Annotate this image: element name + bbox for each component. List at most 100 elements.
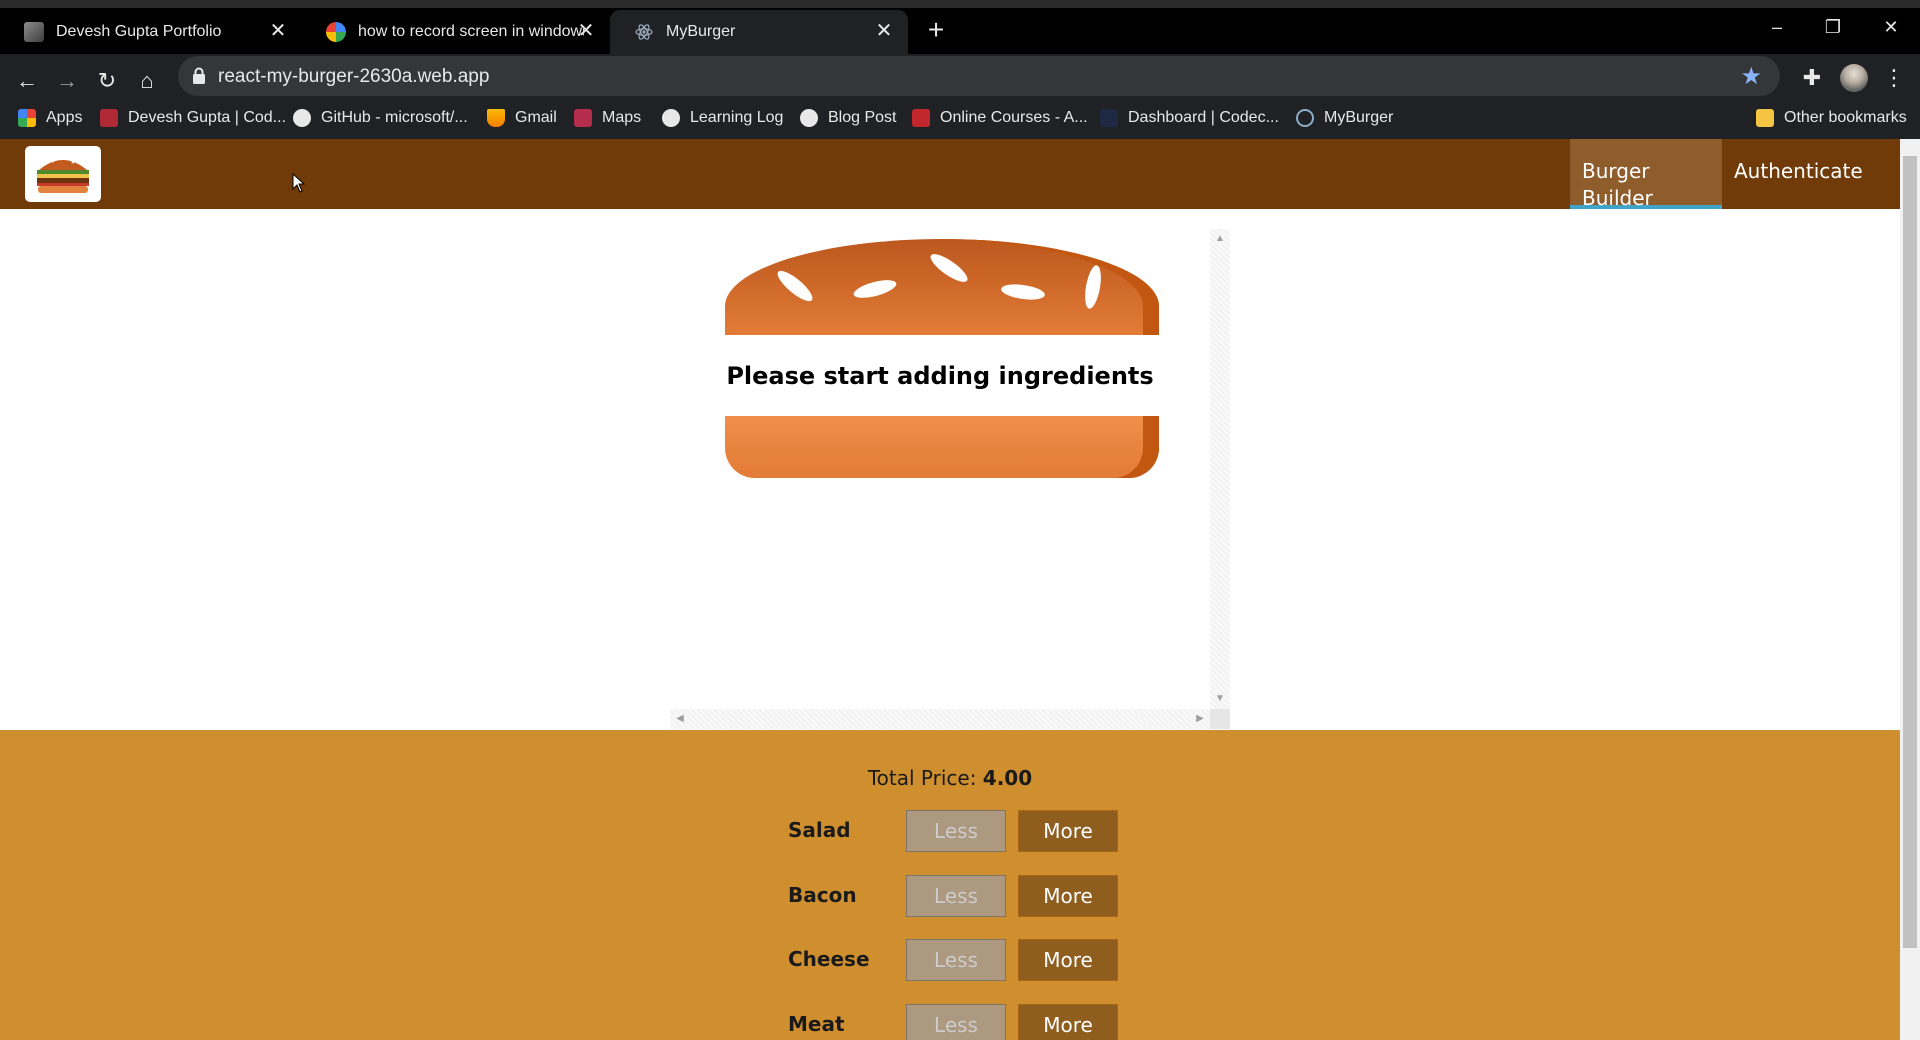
bookmark-online-courses[interactable]: Online Courses - A... — [912, 98, 1088, 138]
less-meat-button[interactable]: Less — [906, 1004, 1006, 1040]
globe-icon — [800, 109, 818, 127]
bookmark-maps[interactable]: Maps — [574, 98, 641, 138]
scroll-down-arrow-icon[interactable]: ▼ — [1210, 693, 1230, 704]
bookmark-myburger[interactable]: MyBurger — [1296, 98, 1393, 138]
ingredient-label: Meat — [788, 1012, 845, 1036]
profile-avatar[interactable] — [1840, 64, 1868, 92]
bookmark-label: Blog Post — [828, 109, 897, 126]
total-price: Total Price: 4.00 — [0, 766, 1900, 790]
burger-logo-icon — [37, 156, 89, 193]
firebase-icon — [487, 109, 505, 127]
close-tab-icon[interactable]: ✕ — [268, 21, 288, 41]
maps-icon — [574, 109, 592, 127]
portfolio-favicon-icon — [24, 22, 44, 42]
ingredient-label: Bacon — [788, 883, 857, 907]
page-vertical-scrollbar[interactable] — [1900, 139, 1920, 1040]
close-window-button[interactable]: ✕ — [1876, 14, 1906, 40]
ingredient-label: Salad — [788, 818, 851, 842]
scrollbar-corner — [1210, 709, 1230, 729]
bookmark-gmail[interactable]: Gmail — [487, 98, 557, 138]
total-price-value: 4.00 — [982, 766, 1033, 790]
minimize-window-button[interactable]: – — [1762, 14, 1792, 40]
bread-top — [725, 239, 1159, 335]
bookmark-other-bookmarks[interactable]: Other bookmarks — [1756, 98, 1907, 138]
tab-title: Devesh Gupta Portfolio — [56, 23, 222, 40]
forward-arrow-icon[interactable]: → — [52, 66, 82, 96]
reload-icon[interactable]: ↻ — [92, 66, 122, 96]
bookmark-label: Dashboard | Codec... — [1128, 109, 1279, 126]
more-salad-button[interactable]: More — [1018, 810, 1118, 852]
control-row-bacon: Bacon Less More — [780, 875, 1120, 919]
more-bacon-button[interactable]: More — [1018, 875, 1118, 917]
close-tab-icon[interactable]: ✕ — [874, 21, 894, 41]
control-row-cheese: Cheese Less More — [780, 939, 1120, 983]
page-scrollbar-thumb[interactable] — [1903, 156, 1917, 948]
preview-horizontal-scrollbar[interactable]: ◀ ▶ — [670, 709, 1210, 729]
browser-tab-strip: Devesh Gupta Portfolio ✕ how to record s… — [0, 0, 1920, 54]
burger-preview: Please start adding ingredients ▲ ▼ ◀ ▶ — [670, 229, 1230, 729]
codechef-icon — [1100, 109, 1118, 127]
empty-burger-message: Please start adding ingredients — [726, 362, 1154, 390]
bookmark-label: Maps — [602, 109, 642, 126]
extensions-puzzle-icon[interactable]: ✚ — [1796, 62, 1828, 94]
tab-strip-top-border — [0, 0, 1920, 8]
bookmark-star-icon[interactable]: ★ — [1740, 62, 1762, 91]
more-cheese-button[interactable]: More — [1018, 939, 1118, 981]
tab-title: how to record screen in windows — [358, 23, 584, 40]
tab-title: MyBurger — [666, 23, 736, 40]
udemy-icon — [912, 109, 930, 127]
more-meat-button[interactable]: More — [1018, 1004, 1118, 1040]
seed — [851, 276, 899, 302]
bookmark-apps[interactable]: Apps — [18, 98, 82, 138]
url-text: react-my-burger-2630a.web.app — [218, 66, 490, 87]
bookmark-learning-log[interactable]: Learning Log — [662, 98, 783, 138]
close-tab-icon[interactable]: ✕ — [576, 21, 596, 41]
scroll-up-arrow-icon[interactable]: ▲ — [1210, 233, 1230, 244]
bookmark-github[interactable]: GitHub - microsoft/... — [293, 98, 468, 138]
react-icon — [1296, 109, 1314, 127]
tab-record-screen-search[interactable]: how to record screen in windows ✕ — [302, 10, 610, 54]
codepen-icon — [100, 109, 118, 127]
bookmark-label: Learning Log — [690, 109, 784, 126]
home-icon[interactable]: ⌂ — [132, 66, 162, 96]
scroll-right-arrow-icon[interactable]: ▶ — [1190, 713, 1210, 724]
mouse-cursor-icon — [292, 173, 306, 193]
scroll-left-arrow-icon[interactable]: ◀ — [670, 713, 690, 724]
bookmark-codechef-dashboard[interactable]: Dashboard | Codec... — [1100, 98, 1279, 138]
address-bar[interactable]: react-my-burger-2630a.web.app ★ — [178, 56, 1780, 96]
bookmark-blog-post[interactable]: Blog Post — [800, 98, 896, 138]
app-toolbar: Burger Builder Authenticate — [0, 139, 1900, 210]
less-bacon-button[interactable]: Less — [906, 875, 1006, 917]
seed — [926, 249, 972, 287]
tab-myburger[interactable]: MyBurger ✕ — [610, 10, 908, 54]
bookmark-label: Apps — [46, 109, 83, 126]
seed — [1000, 282, 1046, 302]
folder-icon — [1756, 109, 1774, 127]
nav-burger-builder[interactable]: Burger Builder — [1570, 139, 1722, 210]
seed — [1082, 264, 1104, 310]
bookmark-label: Devesh Gupta | Cod... — [128, 109, 287, 126]
bookmark-label: MyBurger — [1324, 109, 1394, 126]
bookmarks-bar: Apps Devesh Gupta | Cod... GitHub - micr… — [0, 98, 1920, 138]
chrome-menu-icon[interactable]: ⋮ — [1878, 62, 1910, 94]
bookmark-label: GitHub - microsoft/... — [321, 109, 468, 126]
total-price-label: Total Price: — [867, 766, 977, 790]
nav-authenticate[interactable]: Authenticate — [1722, 139, 1872, 209]
preview-vertical-scrollbar[interactable]: ▲ ▼ — [1210, 229, 1230, 709]
apps-grid-icon — [18, 109, 36, 127]
tab-devesh-portfolio[interactable]: Devesh Gupta Portfolio ✕ — [0, 10, 302, 54]
control-row-salad: Salad Less More — [780, 810, 1120, 854]
bread-bottom — [725, 416, 1159, 478]
github-icon — [293, 109, 311, 127]
browser-toolbar: ← → ↻ ⌂ react-my-burger-2630a.web.app ★ … — [0, 54, 1920, 149]
bookmark-devesh-codepen[interactable]: Devesh Gupta | Cod... — [100, 98, 286, 138]
burger-logo[interactable] — [25, 146, 101, 202]
less-salad-button[interactable]: Less — [906, 810, 1006, 852]
new-tab-button[interactable]: + — [922, 16, 950, 44]
less-cheese-button[interactable]: Less — [906, 939, 1006, 981]
restore-window-button[interactable]: ❐ — [1818, 14, 1848, 40]
back-arrow-icon[interactable]: ← — [12, 66, 42, 96]
lock-icon — [193, 67, 205, 84]
google-favicon-icon — [326, 22, 346, 42]
web-page: Burger Builder Authenticate Please start… — [0, 139, 1900, 1040]
